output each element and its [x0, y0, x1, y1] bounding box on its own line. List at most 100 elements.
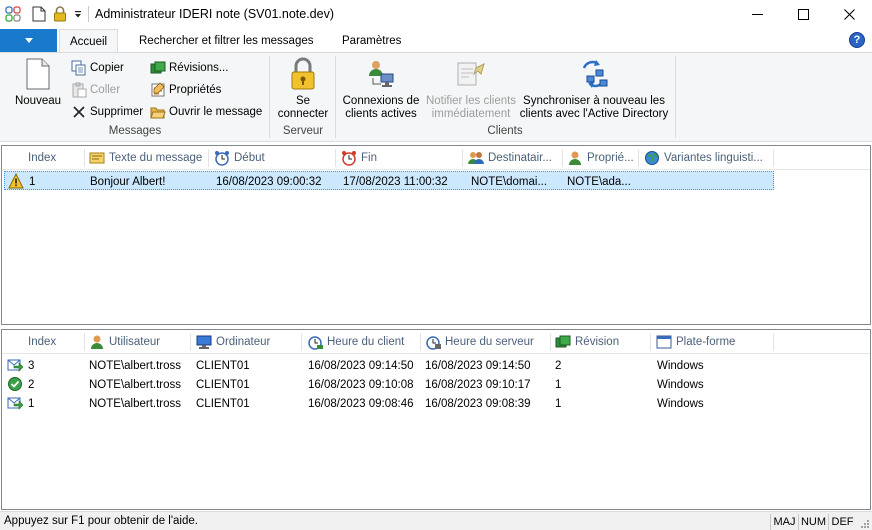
- column-divider[interactable]: [550, 333, 551, 351]
- receipts-list[interactable]: Index Utilisateur Ordinateur Heure du cl…: [1, 329, 871, 510]
- column-header-user[interactable]: Utilisateur: [89, 330, 189, 354]
- tab-accueil[interactable]: Accueil: [59, 29, 119, 53]
- resync-active-directory-button[interactable]: Synchroniser à nouveau les clients avec …: [519, 57, 669, 121]
- column-header-computer[interactable]: Ordinateur: [196, 330, 300, 354]
- group-separator: [335, 56, 336, 138]
- cell-server-time: 16/08/2023 09:10:17: [425, 378, 531, 391]
- revisions-button[interactable]: Révisions...: [150, 58, 228, 78]
- status-text: Appuyez sur F1 pour obtenir de l'aide.: [4, 515, 198, 527]
- tab-settings[interactable]: Paramètres: [332, 29, 411, 52]
- client-clock-icon: [307, 334, 323, 350]
- cell-platform: Windows: [657, 378, 704, 391]
- column-header-platform[interactable]: Plate-forme: [656, 330, 772, 354]
- title-separator: [88, 6, 89, 22]
- column-divider[interactable]: [420, 333, 421, 351]
- properties-label: Propriétés: [169, 84, 222, 96]
- group-label-clients: Clients: [487, 125, 523, 137]
- column-divider[interactable]: [638, 149, 639, 167]
- users-network-icon: [365, 57, 397, 91]
- sync-directory-icon: [578, 57, 610, 91]
- active-client-connections-button[interactable]: Connexions de clients actives: [340, 57, 422, 121]
- padlock-icon: [287, 57, 319, 91]
- notify-clients-label: Notifier les clients immédiatement: [425, 95, 517, 120]
- resize-grip-icon[interactable]: [858, 517, 870, 529]
- file-menu-button[interactable]: [0, 29, 57, 52]
- column-divider[interactable]: [190, 333, 191, 351]
- table-row[interactable]: 3 NOTE\albert.tross CLIENT01 16/08/2023 …: [4, 356, 774, 375]
- cell-index: 1: [28, 397, 35, 410]
- group-label-messages: Messages: [108, 125, 162, 137]
- new-message-button[interactable]: Nouveau: [13, 57, 63, 108]
- new-document-icon[interactable]: [30, 5, 48, 23]
- cell-client-time: 16/08/2023 09:10:08: [308, 378, 414, 391]
- quick-access-dropdown-icon[interactable]: [69, 5, 87, 23]
- ribbon-tab-row: Accueil Rechercher et filtrer les messag…: [0, 29, 872, 53]
- paste-icon: [71, 82, 87, 98]
- minimize-button[interactable]: [734, 0, 780, 29]
- open-message-button[interactable]: Ouvrir le message: [150, 102, 262, 122]
- app-icon[interactable]: [4, 5, 22, 23]
- arrow-in-icon: [7, 397, 23, 410]
- revisions-icon: [150, 60, 166, 76]
- delete-button[interactable]: Supprimer: [71, 102, 143, 122]
- column-header-start[interactable]: Début: [214, 146, 334, 170]
- cell-server-time: 16/08/2023 09:08:39: [425, 397, 531, 410]
- column-header-owner[interactable]: Proprié...: [567, 146, 637, 170]
- column-divider[interactable]: [335, 149, 336, 167]
- column-header-index[interactable]: Index: [28, 146, 83, 170]
- column-header-revision[interactable]: Révision: [555, 330, 649, 354]
- column-header-recipients[interactable]: Destinatair...: [468, 146, 561, 170]
- paste-button[interactable]: Coller: [71, 80, 120, 100]
- delete-x-icon: [71, 104, 87, 120]
- column-header-server-time[interactable]: Heure du serveur: [425, 330, 549, 354]
- column-header-message-text[interactable]: Texte du message: [89, 146, 207, 170]
- column-header-language-variants[interactable]: Variantes linguisti...: [644, 146, 772, 170]
- properties-button[interactable]: Propriétés: [150, 80, 221, 100]
- cell-index: 3: [28, 359, 35, 372]
- close-button[interactable]: [826, 0, 872, 29]
- window-title: Administrateur IDERI note (SV01.note.dev…: [95, 7, 335, 21]
- cell-platform: Windows: [657, 397, 704, 410]
- user-icon: [89, 334, 105, 350]
- revisions-label: Révisions...: [169, 62, 229, 74]
- group-separator: [675, 56, 676, 138]
- users-icon: [468, 150, 484, 166]
- group-separator: [269, 56, 270, 138]
- column-header-end[interactable]: Fin: [341, 146, 461, 170]
- column-divider[interactable]: [84, 333, 85, 351]
- notify-icon: [455, 57, 487, 91]
- column-divider[interactable]: [773, 333, 774, 351]
- tab-search-filter[interactable]: Rechercher et filtrer les messages: [129, 29, 323, 52]
- num-lock-indicator: NUM: [798, 514, 828, 530]
- column-header-index[interactable]: Index: [28, 330, 83, 354]
- column-divider[interactable]: [773, 149, 774, 167]
- message-text-icon: [89, 150, 105, 166]
- messages-list[interactable]: Index Texte du message Début Fin Destina…: [1, 145, 871, 325]
- help-icon[interactable]: ?: [849, 32, 865, 48]
- table-row[interactable]: 2 NOTE\albert.tross CLIENT01 16/08/2023 …: [4, 375, 774, 394]
- column-divider[interactable]: [562, 149, 563, 167]
- connect-button[interactable]: Se connecter: [276, 57, 330, 121]
- lock-icon[interactable]: [51, 5, 69, 23]
- column-divider[interactable]: [462, 149, 463, 167]
- column-divider[interactable]: [301, 333, 302, 351]
- cell-server-time: 16/08/2023 09:14:50: [425, 359, 531, 372]
- table-row[interactable]: 1 NOTE\albert.tross CLIENT01 16/08/2023 …: [4, 394, 774, 413]
- group-label-server: Serveur: [282, 125, 324, 137]
- table-row[interactable]: 1 Bonjour Albert! 16/08/2023 09:00:32 17…: [4, 171, 774, 190]
- cell-message-text: Bonjour Albert!: [90, 175, 166, 188]
- ribbon-panel: Nouveau Copier Coller Supprimer Révision…: [0, 52, 872, 142]
- server-clock-icon: [425, 334, 441, 350]
- user-icon: [567, 150, 583, 166]
- paste-label: Coller: [90, 84, 121, 96]
- column-header-client-time[interactable]: Heure du client: [307, 330, 419, 354]
- copy-button[interactable]: Copier: [71, 58, 124, 78]
- cell-user: NOTE\albert.tross: [89, 359, 182, 372]
- cell-computer: CLIENT01: [196, 397, 250, 410]
- cell-computer: CLIENT01: [196, 359, 250, 372]
- column-divider[interactable]: [650, 333, 651, 351]
- notify-clients-button[interactable]: Notifier les clients immédiatement: [423, 57, 519, 121]
- column-divider[interactable]: [208, 149, 209, 167]
- maximize-button[interactable]: [780, 0, 826, 29]
- column-divider[interactable]: [84, 149, 85, 167]
